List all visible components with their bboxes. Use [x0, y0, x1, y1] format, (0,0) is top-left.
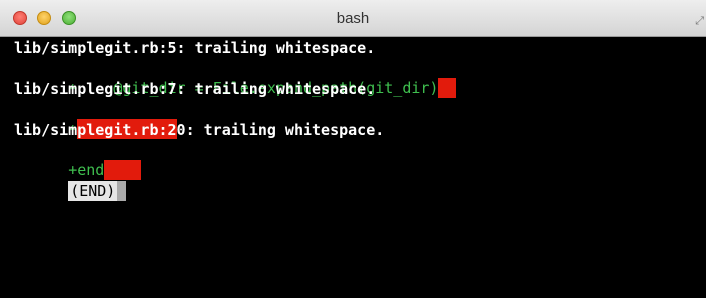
terminal-cursor [117, 181, 127, 201]
title-bar[interactable]: bash ⤢ [0, 0, 706, 37]
fullscreen-icon[interactable]: ⤢ [695, 14, 704, 28]
pager-end-prompt: (END) [68, 181, 118, 201]
terminal-line: + @git_dir = File.expand_path(git_dir) [14, 58, 457, 98]
window-title: bash [336, 10, 370, 27]
terminal-line: +end [14, 140, 142, 180]
terminal-line: lib/simplegit.rb:7: trailing whitespace. [14, 80, 376, 98]
terminal-output[interactable]: lib/simplegit.rb:5: trailing whitespace.… [0, 37, 706, 298]
terminal-line: + [14, 99, 178, 139]
terminal-line: lib/simplegit.rb:5: trailing whitespace. [14, 39, 376, 57]
pager-prompt-line: (END) [14, 161, 127, 201]
trailing-whitespace-highlight [438, 78, 457, 98]
terminal-line: lib/simplegit.rb:20: trailing whitespace… [14, 121, 385, 139]
terminal-window: bash ⤢ lib/simplegit.rb:5: trailing whit… [0, 0, 706, 298]
